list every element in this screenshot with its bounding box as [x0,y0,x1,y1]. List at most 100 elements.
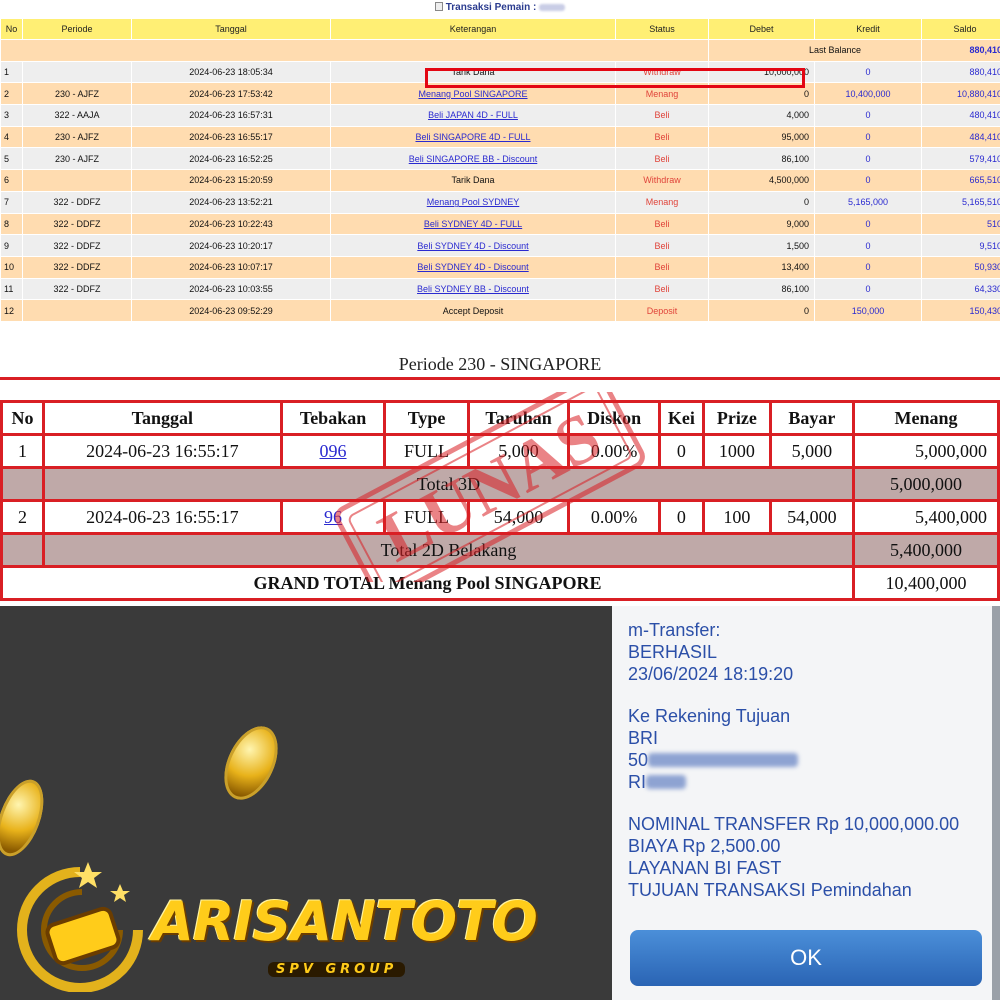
transaction-table: No Periode Tanggal Keterangan Status Debet Kre… [0,18,1000,322]
periode-cell-prize: 100 [704,502,769,532]
cell-periode: 322 - DDFZ [23,278,131,300]
phone-edge [992,606,1000,1000]
col-header: No [1,19,22,39]
total-2d-label: Total 2D Belakang [45,535,852,565]
cell-saldo: 10,880,410 [922,83,1000,105]
transaction-link[interactable]: Beli SYDNEY 4D - Discount [417,262,528,272]
col-header: Kredit [815,19,921,39]
cell-debet: 95,000 [709,126,814,148]
cell-keterangan: Beli SYDNEY 4D - FULL [331,213,615,235]
receipt-datetime: 23/06/2024 18:19:20 [628,664,794,684]
cell-saldo: 150,430 [922,300,1000,321]
cell-tanggal: 2024-06-23 09:52:29 [132,300,330,321]
periode-header-row: No Tanggal Tebakan Type Taruhan Diskon Kei Priz… [3,403,997,433]
periode-cell-tebakan: 96 [282,502,384,532]
periode-cell-kei: 0 [660,436,702,466]
cell-keterangan: Tarik Dana [331,170,615,191]
cell-kredit: 0 [815,61,921,83]
cell-kredit: 0 [815,213,921,235]
receipt-fee: BIAYA Rp 2,500.00 [628,836,781,856]
periode-cell-type: FULL [386,502,467,532]
brand-logo-text: ARISANTOTO [152,890,538,953]
periode-cell-diskon: 0.00% [570,436,658,466]
col-header: Status [616,19,708,39]
transaction-link[interactable]: Beli SINGAPORE BB - Discount [409,154,538,164]
periode-panel: Periode 230 - SINGAPORE No Tanggal Tebakan… [0,342,1000,606]
periode-cell-menang: 5,400,000 [854,502,997,532]
receipt-bank: BRI [628,728,659,748]
cell-tanggal: 2024-06-23 18:05:34 [132,61,330,83]
cell-saldo: 510 [922,213,1000,235]
cell-tanggal: 2024-06-23 17:53:42 [132,83,330,105]
cell-tanggal: 2024-06-23 10:20:17 [132,235,330,256]
cell-no: 3 [1,105,22,126]
tebakan-link[interactable]: 096 [320,441,347,461]
coin-icon [213,717,289,809]
transaction-link[interactable]: Beli SINGAPORE 4D - FULL [415,132,530,142]
cell-status: Deposit [616,300,708,321]
receipt-name: RI [628,772,686,793]
receipt-title: m-Transfer: [628,620,721,640]
receipt-account: 50 [628,750,799,771]
cell-keterangan: Beli JAPAN 4D - FULL [331,105,615,126]
total-3d-label: Total 3D [45,469,852,499]
cell-no: 7 [1,191,22,213]
cell-debet: 0 [709,300,814,321]
transaction-row: 8 322 - DDFZ 2024-06-23 10:22:43 Beli SYDNE… [1,213,1000,235]
divider [0,377,1000,380]
cell-tanggal: 2024-06-23 10:22:43 [132,213,330,235]
brand-subtitle: SPV GROUP [268,962,406,977]
cell-saldo: 480,410 [922,105,1000,126]
cell-status: Beli [616,105,708,126]
total-3d-value: 5,000,000 [854,469,997,499]
transaction-header-row: No Periode Tanggal Keterangan Status Debet Kre… [1,19,1000,39]
transaction-link[interactable]: Beli SYDNEY 4D - FULL [424,219,522,229]
cell-no: 6 [1,170,22,191]
cell-status: Withdraw [616,170,708,191]
transaction-link[interactable]: Menang Pool SINGAPORE [418,89,527,99]
periode-cell-tanggal: 2024-06-23 16:55:17 [45,436,280,466]
cell-no: 5 [1,148,22,170]
transaction-link[interactable]: Menang Pool SYDNEY [427,197,520,207]
cell-periode: 230 - AJFZ [23,83,131,105]
periode-cell-no: 2 [3,502,43,532]
periode-col-header: Tebakan [282,403,384,433]
periode-table: No Tanggal Tebakan Type Taruhan Diskon Kei Priz… [0,400,1000,601]
cell-debet: 4,000 [709,105,814,126]
col-header: Saldo [922,19,1000,39]
ok-button[interactable]: OK [630,930,982,986]
periode-cell-menang: 5,000,000 [854,436,997,466]
receipt-status: BERHASIL [628,642,718,662]
cell-kredit: 0 [815,256,921,278]
periode-cell-tebakan: 096 [282,436,384,466]
total-2d-value: 5,400,000 [854,535,997,565]
cell-kredit: 0 [815,235,921,256]
transaction-row: 6 2024-06-23 15:20:59 Tarik Dana Withdraw 4,… [1,170,1000,191]
cell-saldo: 5,165,510 [922,191,1000,213]
transaction-link[interactable]: Beli SYDNEY 4D - Discount [417,241,528,251]
periode-cell-taruhan: 5,000 [469,436,568,466]
cell-periode: 322 - DDFZ [23,213,131,235]
transaction-link[interactable]: Beli JAPAN 4D - FULL [428,110,518,120]
transaction-link[interactable]: Beli SYDNEY BB - Discount [417,284,529,294]
periode-cell-kei: 0 [660,502,702,532]
tebakan-link[interactable]: 96 [324,507,342,527]
cell-no: 4 [1,126,22,148]
col-header: Keterangan [331,19,615,39]
cell-keterangan: Menang Pool SYDNEY [331,191,615,213]
cell-no: 2 [1,83,22,105]
receipt-service: LAYANAN BI FAST [628,858,782,878]
cell-periode [23,300,131,321]
cell-tanggal: 2024-06-23 10:07:17 [132,256,330,278]
cell-periode: 322 - DDFZ [23,235,131,256]
cell-tanggal: 2024-06-23 15:20:59 [132,170,330,191]
periode-cell-prize: 1000 [704,436,769,466]
cell-debet: 86,100 [709,148,814,170]
col-header: Tanggal [132,19,330,39]
periode-cell-type: FULL [386,436,467,466]
logo-emblem-icon [17,862,143,992]
doc-icon [434,2,443,11]
col-header: Debet [709,19,814,39]
transaction-row: 9 322 - DDFZ 2024-06-23 10:20:17 Beli SYDNE… [1,235,1000,256]
cell-debet: 0 [709,191,814,213]
